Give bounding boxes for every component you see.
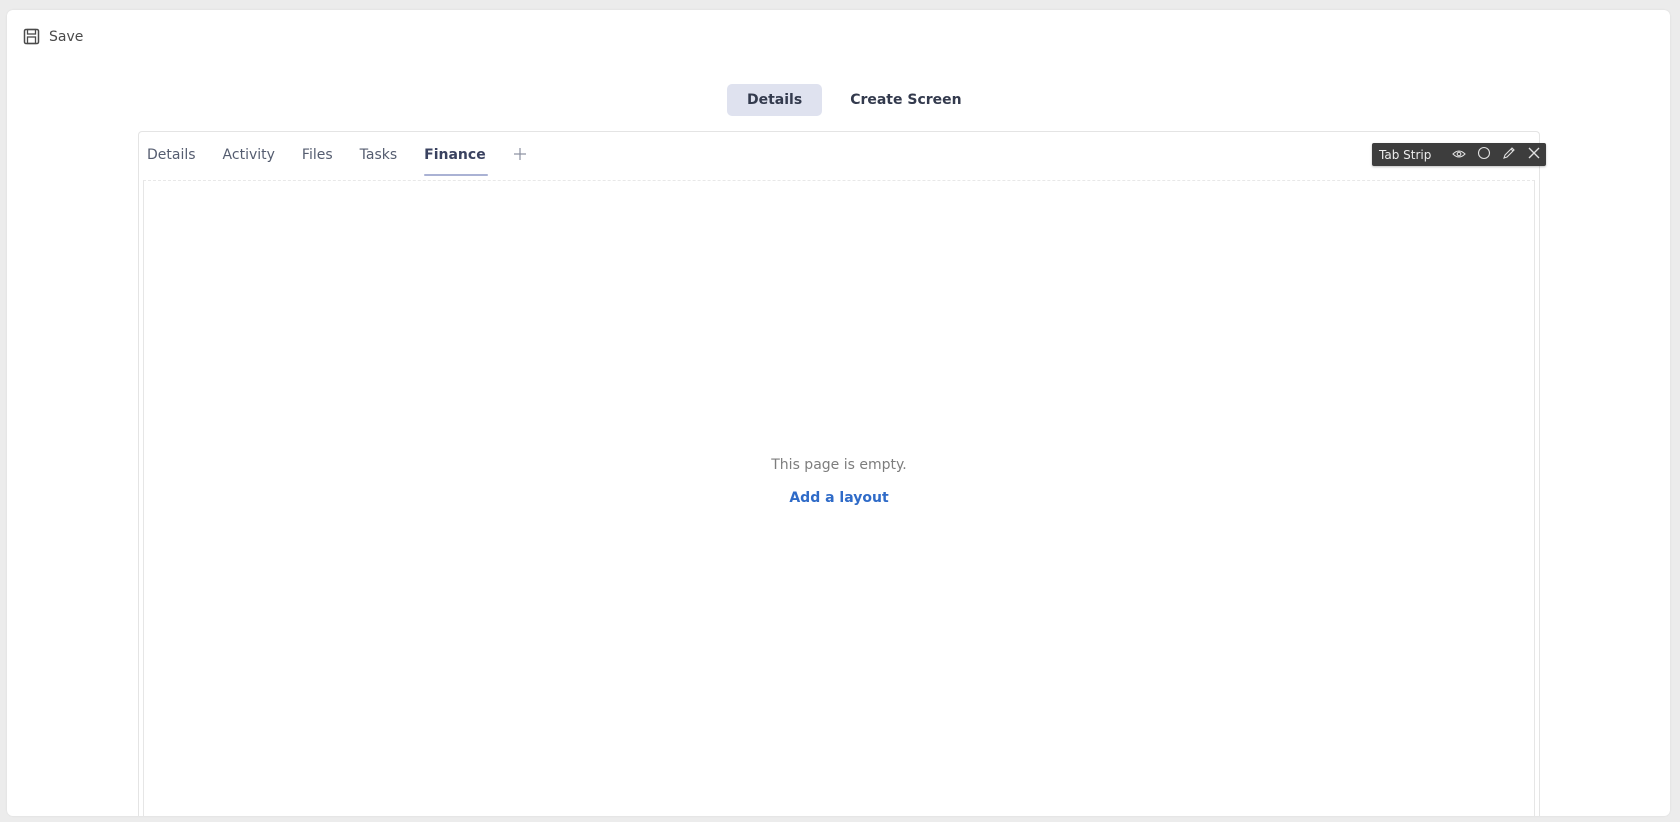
create-screen-button[interactable]: Create Screen <box>830 84 981 116</box>
component-toolbar-title: Tab Strip <box>1379 147 1432 162</box>
remove-button[interactable] <box>1521 143 1546 166</box>
screen-switcher: Details Create Screen <box>727 84 982 116</box>
component-toolbar: Tab Strip <box>1372 143 1546 166</box>
visibility-button[interactable] <box>1446 143 1471 166</box>
save-button[interactable]: Save <box>23 28 83 45</box>
tab-files[interactable]: Files <box>302 132 333 178</box>
floppy-disk-icon <box>23 28 40 45</box>
toggle-button[interactable] <box>1471 143 1496 166</box>
screen-details-button[interactable]: Details <box>727 84 823 116</box>
circle-icon <box>1477 146 1491 163</box>
add-layout-container: Add a layout <box>144 487 1534 506</box>
tab-finance[interactable]: Finance <box>424 132 488 178</box>
tab-strip: Details Activity Files Tasks Finance <box>147 132 527 178</box>
edit-button[interactable] <box>1496 143 1521 166</box>
save-label: Save <box>49 28 84 45</box>
tab-details[interactable]: Details <box>147 132 196 178</box>
tab-strip-component[interactable]: Details Activity Files Tasks Finance Thi… <box>138 131 1540 816</box>
pencil-icon <box>1502 146 1516 163</box>
plus-icon <box>513 146 527 165</box>
tab-content-area: This page is empty. Add a layout <box>143 180 1535 816</box>
empty-state-message: This page is empty. <box>771 457 907 473</box>
eye-icon <box>1451 148 1466 162</box>
close-icon <box>1527 146 1541 163</box>
tab-tasks[interactable]: Tasks <box>360 132 398 178</box>
add-tab-button[interactable] <box>513 132 527 178</box>
tab-activity[interactable]: Activity <box>223 132 275 178</box>
add-layout-link[interactable]: Add a layout <box>789 490 888 506</box>
editor-window: Save Details Create Screen Details Activ… <box>7 10 1670 816</box>
